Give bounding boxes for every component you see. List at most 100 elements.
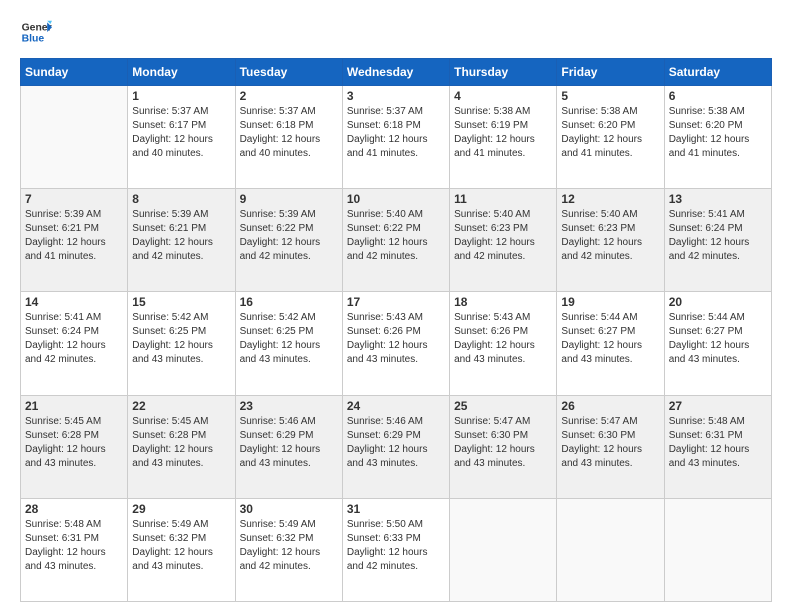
calendar-day-cell: 12 Sunrise: 5:40 AMSunset: 6:23 PMDayligh… bbox=[557, 189, 664, 292]
day-number: 3 bbox=[347, 89, 445, 103]
calendar-day-cell: 21 Sunrise: 5:45 AMSunset: 6:28 PMDayligh… bbox=[21, 395, 128, 498]
day-info: Sunrise: 5:43 AMSunset: 6:26 PMDaylight:… bbox=[454, 311, 552, 367]
day-info: Sunrise: 5:45 AMSunset: 6:28 PMDaylight:… bbox=[25, 415, 123, 471]
day-number: 27 bbox=[669, 399, 767, 413]
day-info: Sunrise: 5:49 AMSunset: 6:32 PMDaylight:… bbox=[132, 518, 230, 574]
day-number: 4 bbox=[454, 89, 552, 103]
day-number: 22 bbox=[132, 399, 230, 413]
day-info: Sunrise: 5:46 AMSunset: 6:29 PMDaylight:… bbox=[240, 415, 338, 471]
day-number: 1 bbox=[132, 89, 230, 103]
calendar-day-cell: 14Sunrise: 5:41 AMSunset: 6:24 PMDayligh… bbox=[21, 292, 128, 395]
calendar-day-cell: 25 Sunrise: 5:47 AMSunset: 6:30 PMDayligh… bbox=[450, 395, 557, 498]
day-number: 14 bbox=[25, 295, 123, 309]
day-number: 17 bbox=[347, 295, 445, 309]
day-number: 18 bbox=[454, 295, 552, 309]
day-info: Sunrise: 5:48 AMSunset: 6:31 PMDaylight:… bbox=[25, 518, 123, 574]
day-number: 24 bbox=[347, 399, 445, 413]
weekday-header-thursday: Thursday bbox=[450, 59, 557, 86]
day-info: Sunrise: 5:38 AMSunset: 6:20 PMDaylight:… bbox=[669, 105, 767, 161]
calendar-week-row: 7Sunrise: 5:39 AMSunset: 6:21 PMDaylight… bbox=[21, 189, 772, 292]
day-number: 28 bbox=[25, 502, 123, 516]
day-info: Sunrise: 5:37 AMSunset: 6:18 PMDaylight:… bbox=[347, 105, 445, 161]
day-info: Sunrise: 5:39 AMSunset: 6:21 PMDaylight:… bbox=[25, 208, 123, 264]
calendar-day-cell: 2Sunrise: 5:37 AMSunset: 6:18 PMDaylight… bbox=[235, 86, 342, 189]
calendar-day-cell: 10 Sunrise: 5:40 AMSunset: 6:22 PMDayligh… bbox=[342, 189, 449, 292]
calendar-day-cell: 4 Sunrise: 5:38 AMSunset: 6:19 PMDaylight… bbox=[450, 86, 557, 189]
calendar-day-cell: 28 Sunrise: 5:48 AMSunset: 6:31 PMDayligh… bbox=[21, 498, 128, 601]
day-info: Sunrise: 5:39 AMSunset: 6:22 PMDaylight:… bbox=[240, 208, 338, 264]
day-info: Sunrise: 5:50 AMSunset: 6:33 PMDaylight:… bbox=[347, 518, 445, 574]
day-number: 11 bbox=[454, 192, 552, 206]
day-info: Sunrise: 5:37 AMSunset: 6:17 PMDaylight:… bbox=[132, 105, 230, 161]
day-number: 23 bbox=[240, 399, 338, 413]
day-info: Sunrise: 5:38 AMSunset: 6:20 PMDaylight:… bbox=[561, 105, 659, 161]
calendar-day-cell: 30 Sunrise: 5:49 AMSunset: 6:32 PMDayligh… bbox=[235, 498, 342, 601]
day-info: Sunrise: 5:46 AMSunset: 6:29 PMDaylight:… bbox=[347, 415, 445, 471]
day-info: Sunrise: 5:49 AMSunset: 6:32 PMDaylight:… bbox=[240, 518, 338, 574]
svg-text:Blue: Blue bbox=[22, 34, 45, 45]
calendar-day-cell: 7Sunrise: 5:39 AMSunset: 6:21 PMDaylight… bbox=[21, 189, 128, 292]
calendar-day-cell: 22 Sunrise: 5:45 AMSunset: 6:28 PMDayligh… bbox=[128, 395, 235, 498]
day-info: Sunrise: 5:43 AMSunset: 6:26 PMDaylight:… bbox=[347, 311, 445, 367]
day-number: 12 bbox=[561, 192, 659, 206]
day-number: 6 bbox=[669, 89, 767, 103]
calendar-day-cell: 26Sunrise: 5:47 AMSunset: 6:30 PMDayligh… bbox=[557, 395, 664, 498]
calendar-day-cell: 18 Sunrise: 5:43 AMSunset: 6:26 PMDayligh… bbox=[450, 292, 557, 395]
calendar-day-cell: 3 Sunrise: 5:37 AMSunset: 6:18 PMDaylight… bbox=[342, 86, 449, 189]
day-info: Sunrise: 5:45 AMSunset: 6:28 PMDaylight:… bbox=[132, 415, 230, 471]
calendar-day-cell: 9Sunrise: 5:39 AMSunset: 6:22 PMDaylight… bbox=[235, 189, 342, 292]
calendar-day-cell: 24 Sunrise: 5:46 AMSunset: 6:29 PMDayligh… bbox=[342, 395, 449, 498]
logo: General Blue bbox=[20, 16, 56, 48]
calendar-day-cell bbox=[450, 498, 557, 601]
calendar-day-cell: 11 Sunrise: 5:40 AMSunset: 6:23 PMDayligh… bbox=[450, 189, 557, 292]
day-number: 2 bbox=[240, 89, 338, 103]
day-number: 8 bbox=[132, 192, 230, 206]
calendar-day-cell: 8 Sunrise: 5:39 AMSunset: 6:21 PMDaylight… bbox=[128, 189, 235, 292]
calendar-day-cell: 17 Sunrise: 5:43 AMSunset: 6:26 PMDayligh… bbox=[342, 292, 449, 395]
day-number: 31 bbox=[347, 502, 445, 516]
page: General Blue SundayMondayTuesdayWednesda… bbox=[0, 0, 792, 612]
calendar-day-cell: 6 Sunrise: 5:38 AMSunset: 6:20 PMDaylight… bbox=[664, 86, 771, 189]
day-info: Sunrise: 5:44 AMSunset: 6:27 PMDaylight:… bbox=[561, 311, 659, 367]
day-number: 25 bbox=[454, 399, 552, 413]
calendar-day-cell bbox=[21, 86, 128, 189]
weekday-header-saturday: Saturday bbox=[664, 59, 771, 86]
calendar-week-row: 21 Sunrise: 5:45 AMSunset: 6:28 PMDayligh… bbox=[21, 395, 772, 498]
weekday-header-wednesday: Wednesday bbox=[342, 59, 449, 86]
day-number: 29 bbox=[132, 502, 230, 516]
day-info: Sunrise: 5:41 AMSunset: 6:24 PMDaylight:… bbox=[669, 208, 767, 264]
calendar-week-row: 28 Sunrise: 5:48 AMSunset: 6:31 PMDayligh… bbox=[21, 498, 772, 601]
day-info: Sunrise: 5:44 AMSunset: 6:27 PMDaylight:… bbox=[669, 311, 767, 367]
day-info: Sunrise: 5:47 AMSunset: 6:30 PMDaylight:… bbox=[454, 415, 552, 471]
calendar-table: SundayMondayTuesdayWednesdayThursdayFrid… bbox=[20, 58, 772, 602]
weekday-header-tuesday: Tuesday bbox=[235, 59, 342, 86]
day-number: 5 bbox=[561, 89, 659, 103]
calendar-day-cell: 1 Sunrise: 5:37 AMSunset: 6:17 PMDaylight… bbox=[128, 86, 235, 189]
day-info: Sunrise: 5:48 AMSunset: 6:31 PMDaylight:… bbox=[669, 415, 767, 471]
day-info: Sunrise: 5:40 AMSunset: 6:22 PMDaylight:… bbox=[347, 208, 445, 264]
calendar-day-cell: 31 Sunrise: 5:50 AMSunset: 6:33 PMDayligh… bbox=[342, 498, 449, 601]
calendar-day-cell: 19 Sunrise: 5:44 AMSunset: 6:27 PMDayligh… bbox=[557, 292, 664, 395]
calendar-day-cell: 27 Sunrise: 5:48 AMSunset: 6:31 PMDayligh… bbox=[664, 395, 771, 498]
day-info: Sunrise: 5:40 AMSunset: 6:23 PMDaylight:… bbox=[561, 208, 659, 264]
day-info: Sunrise: 5:38 AMSunset: 6:19 PMDaylight:… bbox=[454, 105, 552, 161]
day-number: 19 bbox=[561, 295, 659, 309]
calendar-day-cell: 13Sunrise: 5:41 AMSunset: 6:24 PMDayligh… bbox=[664, 189, 771, 292]
day-number: 26 bbox=[561, 399, 659, 413]
weekday-header-friday: Friday bbox=[557, 59, 664, 86]
calendar-day-cell: 20Sunrise: 5:44 AMSunset: 6:27 PMDayligh… bbox=[664, 292, 771, 395]
day-number: 10 bbox=[347, 192, 445, 206]
day-number: 30 bbox=[240, 502, 338, 516]
weekday-header-monday: Monday bbox=[128, 59, 235, 86]
day-number: 15 bbox=[132, 295, 230, 309]
calendar-day-cell: 15Sunrise: 5:42 AMSunset: 6:25 PMDayligh… bbox=[128, 292, 235, 395]
calendar-day-cell: 23 Sunrise: 5:46 AMSunset: 6:29 PMDayligh… bbox=[235, 395, 342, 498]
logo-icon: General Blue bbox=[20, 16, 52, 48]
day-number: 21 bbox=[25, 399, 123, 413]
calendar-week-row: 14Sunrise: 5:41 AMSunset: 6:24 PMDayligh… bbox=[21, 292, 772, 395]
day-info: Sunrise: 5:42 AMSunset: 6:25 PMDaylight:… bbox=[240, 311, 338, 367]
calendar-day-cell bbox=[664, 498, 771, 601]
calendar-day-cell: 29 Sunrise: 5:49 AMSunset: 6:32 PMDayligh… bbox=[128, 498, 235, 601]
day-info: Sunrise: 5:40 AMSunset: 6:23 PMDaylight:… bbox=[454, 208, 552, 264]
day-info: Sunrise: 5:39 AMSunset: 6:21 PMDaylight:… bbox=[132, 208, 230, 264]
